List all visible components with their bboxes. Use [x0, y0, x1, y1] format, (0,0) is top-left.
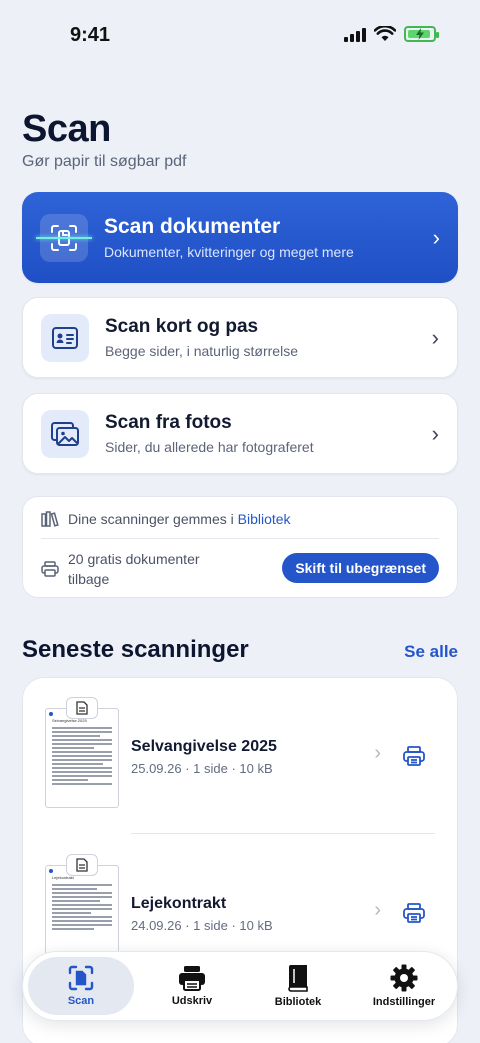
scan-documents-subtitle: Dokumenter, kvitteringer og meget mere	[104, 244, 354, 260]
chevron-right-icon: ›	[431, 324, 439, 350]
chevron-right-icon: ›	[432, 224, 440, 250]
library-icon	[288, 965, 308, 992]
library-link[interactable]: Bibliotek	[238, 511, 291, 527]
scan-from-photos-title: Scan fra fotos	[105, 412, 232, 433]
status-icons	[344, 26, 439, 42]
cellular-signal-icon	[344, 26, 366, 42]
scan-from-photos-button[interactable]: Scan fra fotos Sider, du allerede har fo…	[22, 393, 458, 474]
photos-icon	[41, 409, 89, 458]
gear-icon	[390, 964, 418, 992]
tab-scan[interactable]: Scan	[28, 957, 134, 1015]
document-meta: 24.09.26 · 1 side · 10 kB	[131, 918, 273, 933]
scan-from-photos-subtitle: Sider, du allerede har fotograferet	[105, 439, 314, 455]
document-title: Lejekontrakt	[131, 895, 227, 912]
scan-id-card-subtitle: Begge sider, i naturlig størrelse	[105, 343, 298, 359]
list-item[interactable]: Selvangivelse 2025 Selvangivelse 2025 25…	[23, 697, 457, 828]
see-all-link[interactable]: Se alle	[404, 642, 458, 662]
battery-icon	[404, 26, 439, 42]
wifi-icon	[374, 26, 396, 41]
scan-documents-button[interactable]: Scan dokumenter Dokumenter, kvitteringer…	[22, 192, 458, 283]
document-thumbnail: Lejekontrakt	[45, 854, 119, 965]
document-thumbnail: Selvangivelse 2025	[45, 697, 119, 808]
print-button[interactable]	[403, 902, 425, 929]
tab-library[interactable]: Bibliotek	[245, 952, 351, 1020]
thumbnail-heading: Selvangivelse 2025	[52, 718, 87, 723]
scan-id-card-title: Scan kort og pas	[105, 316, 259, 337]
thumbnail-heading: Lejekontrakt	[52, 875, 74, 880]
tab-label: Scan	[67, 995, 95, 1007]
scan-id-card-button[interactable]: Scan kort og pas Begge sider, i naturlig…	[22, 297, 458, 378]
free-documents-text: 20 gratis dokumenter tilbage	[68, 551, 200, 587]
library-info-text: Dine scanninger gemmes i	[68, 511, 234, 527]
page-subtitle: Gør papir til søgbar pdf	[22, 153, 187, 170]
divider	[131, 833, 435, 834]
divider	[41, 538, 439, 539]
chevron-right-icon: ›	[374, 899, 381, 921]
tab-settings[interactable]: Indstillinger	[351, 952, 457, 1020]
printer-icon	[179, 966, 205, 991]
document-icon	[66, 697, 98, 719]
upgrade-button[interactable]: Skift til ubegrænset	[282, 553, 439, 583]
chevron-right-icon: ›	[374, 742, 381, 764]
printer-icon	[403, 746, 425, 766]
tab-bar: Scan Udskriv Bibliotek Indstillinger	[22, 951, 458, 1021]
library-info: Dine scanninger gemmes i Bibliotek	[41, 511, 291, 527]
scan-document-icon	[36, 213, 92, 262]
status-time: 9:41	[70, 24, 111, 46]
printer-icon	[403, 903, 425, 923]
info-card: Dine scanninger gemmes i Bibliotek 20 gr…	[22, 496, 458, 598]
chevron-right-icon: ›	[431, 420, 439, 446]
id-card-icon	[41, 313, 89, 362]
tab-label: Bibliotek	[274, 996, 322, 1008]
status-bar: 9:41	[0, 0, 480, 70]
scan-documents-title: Scan dokumenter	[104, 215, 281, 238]
printer-small-icon	[41, 561, 59, 577]
document-meta: 25.09.26 · 1 side · 10 kB	[131, 761, 273, 776]
document-title: Selvangivelse 2025	[131, 738, 277, 755]
tab-label: Udskriv	[171, 995, 213, 1007]
document-icon	[66, 854, 98, 876]
library-books-icon	[41, 511, 59, 527]
page-title: Scan	[22, 108, 111, 150]
scan-icon	[68, 965, 94, 991]
free-documents-info: 20 gratis dokumenter tilbage	[41, 549, 241, 589]
print-button[interactable]	[403, 745, 425, 772]
tab-label: Indstillinger	[372, 996, 436, 1008]
recent-scans-title: Seneste scanninger	[22, 636, 249, 663]
tab-print[interactable]: Udskriv	[139, 952, 245, 1020]
